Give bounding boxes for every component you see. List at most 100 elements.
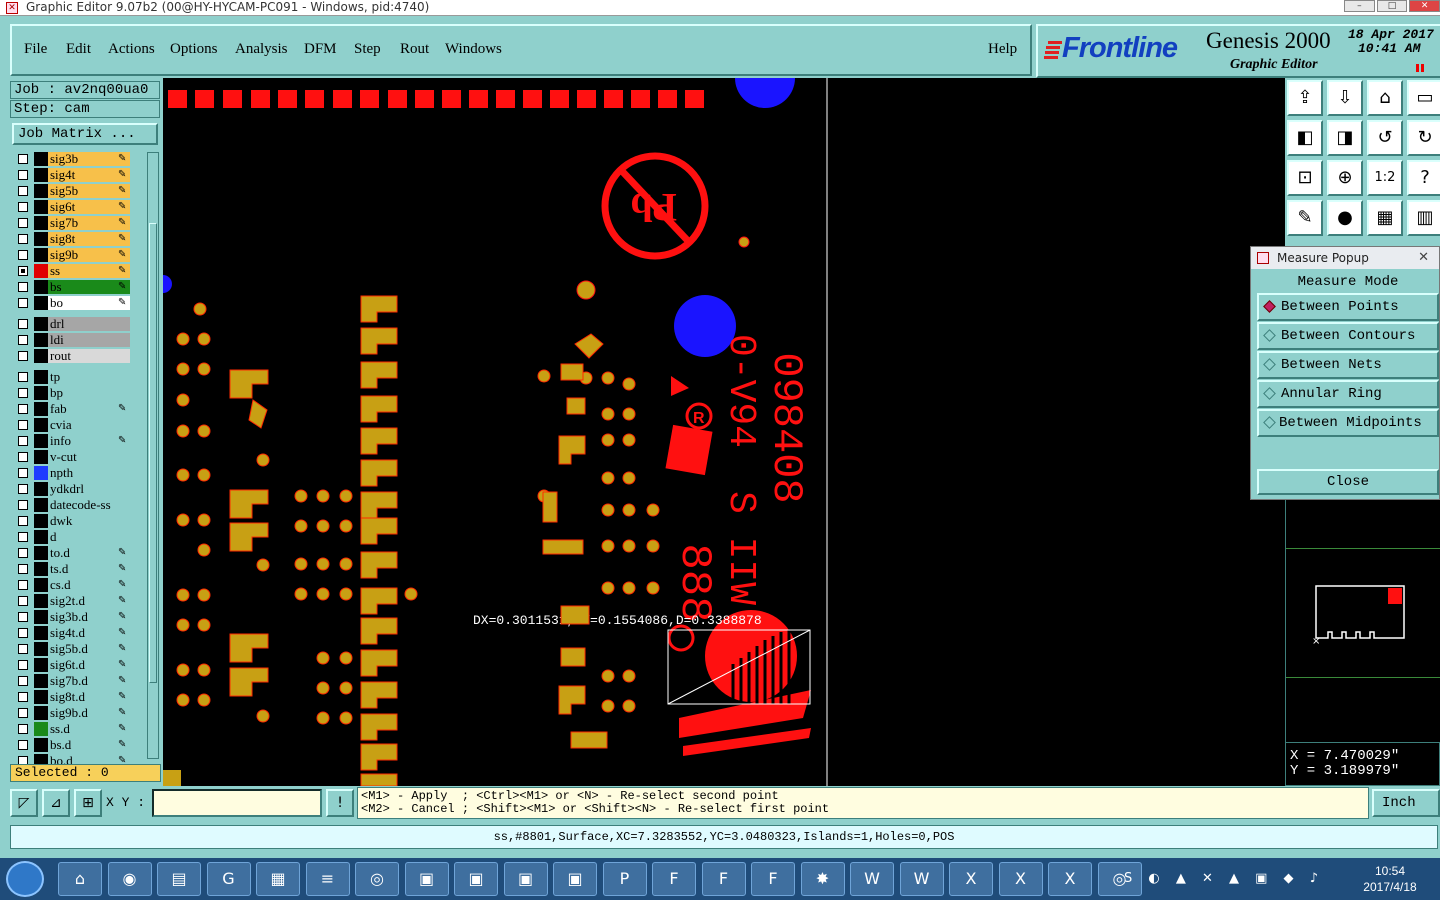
- layer-checkbox[interactable]: [18, 500, 28, 510]
- layer-color-swatch[interactable]: [34, 578, 48, 592]
- layer-checkbox[interactable]: [18, 724, 28, 734]
- layer-checkbox[interactable]: [18, 548, 28, 558]
- taskbar-app-frontline-2-icon[interactable]: F: [701, 862, 746, 896]
- home-top-icon[interactable]: ⇪: [1287, 80, 1323, 116]
- layer-color-swatch[interactable]: [34, 333, 48, 347]
- minimize-button[interactable]: –: [1344, 0, 1375, 12]
- layer-name[interactable]: v-cut: [48, 450, 130, 464]
- menu-actions[interactable]: Actions: [108, 41, 155, 58]
- layer-row-sig8t.d[interactable]: sig8t.d ✎: [12, 690, 142, 704]
- layer-color-swatch[interactable]: [34, 530, 48, 544]
- layer-checkbox[interactable]: [18, 468, 28, 478]
- taskbar-app-word-1-icon[interactable]: W: [850, 862, 894, 896]
- pan-left-icon[interactable]: ◧: [1287, 120, 1323, 156]
- layer-checkbox[interactable]: [18, 202, 28, 212]
- layer-checkbox[interactable]: [18, 676, 28, 686]
- taskbar-app-p-app-icon[interactable]: P: [602, 862, 647, 896]
- layer-color-swatch[interactable]: [34, 232, 48, 246]
- layer-checkbox[interactable]: [18, 298, 28, 308]
- layer-color-swatch[interactable]: [34, 626, 48, 640]
- layer-color-swatch[interactable]: [34, 658, 48, 672]
- layer-row-bp[interactable]: bp: [12, 386, 142, 400]
- window-icon[interactable]: ▭: [1407, 80, 1440, 116]
- layer-row-sig9b.d[interactable]: sig9b.d ✎: [12, 706, 142, 720]
- layer-checkbox[interactable]: [18, 218, 28, 228]
- unit-selector[interactable]: Inch: [1372, 789, 1440, 817]
- layer-color-swatch[interactable]: [34, 482, 48, 496]
- layer-checkbox[interactable]: [18, 234, 28, 244]
- pan-right-icon[interactable]: ◨: [1327, 120, 1363, 156]
- layer-row-v-cut[interactable]: v-cut: [12, 450, 142, 464]
- layer-checkbox[interactable]: [18, 170, 28, 180]
- layer-row-sig4t.d[interactable]: sig4t.d ✎: [12, 626, 142, 640]
- menu-edit[interactable]: Edit: [66, 41, 91, 58]
- layer-row-bs[interactable]: bs ✎: [12, 280, 142, 294]
- taskbar-app-editor-4-icon[interactable]: ▣: [553, 862, 597, 896]
- layer-checkbox[interactable]: [18, 628, 28, 638]
- layer-checkbox[interactable]: [18, 580, 28, 590]
- layer-color-swatch[interactable]: [34, 184, 48, 198]
- overview-map[interactable]: ×: [1285, 500, 1440, 742]
- popup-close-button[interactable]: Close: [1257, 469, 1439, 495]
- popup-close-icon[interactable]: ✕: [1418, 247, 1429, 269]
- layer-row-tp[interactable]: tp: [12, 370, 142, 384]
- layer-row-sig5b[interactable]: sig5b ✎: [12, 184, 142, 198]
- layer-row-to.d[interactable]: to.d ✎: [12, 546, 142, 560]
- menu-options[interactable]: Options: [170, 41, 218, 58]
- snap-grid-icon[interactable]: ◸: [10, 789, 38, 817]
- layer-color-swatch[interactable]: [34, 168, 48, 182]
- layer-color-swatch[interactable]: [34, 264, 48, 278]
- layer-row-cs.d[interactable]: cs.d ✎: [12, 578, 142, 592]
- layer-name[interactable]: tp: [48, 370, 130, 384]
- pcb-view[interactable]: Pb 098408 0-V94 S IIW 888 R DX=0.3011531…: [163, 78, 1285, 786]
- layer-row-sig2t.d[interactable]: sig2t.d ✎: [12, 594, 142, 608]
- redo-view-icon[interactable]: ↻: [1407, 120, 1440, 156]
- layer-color-swatch[interactable]: [34, 690, 48, 704]
- layer-name[interactable]: drl: [48, 317, 130, 331]
- layer-color-swatch[interactable]: [34, 610, 48, 624]
- layer-row-sig3b.d[interactable]: sig3b.d ✎: [12, 610, 142, 624]
- menu-windows[interactable]: Windows: [445, 41, 502, 58]
- layer-color-swatch[interactable]: [34, 418, 48, 432]
- layer-color-swatch[interactable]: [34, 248, 48, 262]
- layer-checkbox[interactable]: [18, 644, 28, 654]
- layer-row-sig8t[interactable]: sig8t ✎: [12, 232, 142, 246]
- taskbar-app-excel-1-icon[interactable]: X: [949, 862, 993, 896]
- menu-analysis[interactable]: Analysis: [235, 41, 288, 58]
- graphic-canvas[interactable]: Pb 098408 0-V94 S IIW 888 R DX=0.3011531…: [163, 78, 1285, 786]
- close-window-button[interactable]: ✕: [1409, 0, 1440, 12]
- taskbar-app-save-icon[interactable]: ▤: [157, 862, 201, 896]
- layer-color-swatch[interactable]: [34, 280, 48, 294]
- layer-name[interactable]: cvia: [48, 418, 130, 432]
- layer-color-swatch[interactable]: [34, 152, 48, 166]
- layer-checkbox[interactable]: [18, 612, 28, 622]
- layer-row-sig6t[interactable]: sig6t ✎: [12, 200, 142, 214]
- layer-name[interactable]: dwk: [48, 514, 130, 528]
- snap-angle-icon[interactable]: ⊿: [42, 789, 70, 817]
- taskbar-app-calculator-icon[interactable]: ▦: [256, 862, 300, 896]
- layer-checkbox[interactable]: [18, 351, 28, 361]
- taskbar-app-excel-3-icon[interactable]: X: [1048, 862, 1092, 896]
- layer-color-swatch[interactable]: [34, 546, 48, 560]
- taskbar-app-editor-1-icon[interactable]: ▣: [404, 862, 449, 896]
- maximize-button[interactable]: □: [1376, 0, 1408, 12]
- layer-color-swatch[interactable]: [34, 370, 48, 384]
- layer-row-d[interactable]: d: [12, 530, 142, 544]
- layer-checkbox[interactable]: [18, 484, 28, 494]
- layer-checkbox[interactable]: [18, 372, 28, 382]
- taskbar-app-frontline-1-icon[interactable]: F: [652, 862, 696, 896]
- layer-row-sig7b[interactable]: sig7b ✎: [12, 216, 142, 230]
- layer-color-swatch[interactable]: [34, 402, 48, 416]
- option-between-nets[interactable]: Between Nets: [1257, 351, 1439, 379]
- layer-color-swatch[interactable]: [34, 434, 48, 448]
- layer-checkbox[interactable]: [18, 282, 28, 292]
- layer-checkbox[interactable]: [18, 564, 28, 574]
- layer-color-swatch[interactable]: [34, 317, 48, 331]
- layer-checkbox[interactable]: [18, 404, 28, 414]
- layer-name[interactable]: rout: [48, 349, 130, 363]
- layer-checkbox[interactable]: [18, 452, 28, 462]
- layer-row-rout[interactable]: rout: [12, 349, 142, 363]
- option-between-points[interactable]: Between Points: [1257, 293, 1439, 321]
- layer-row-datecode-ss[interactable]: datecode-ss: [12, 498, 142, 512]
- home-icon[interactable]: ⌂: [1367, 80, 1403, 116]
